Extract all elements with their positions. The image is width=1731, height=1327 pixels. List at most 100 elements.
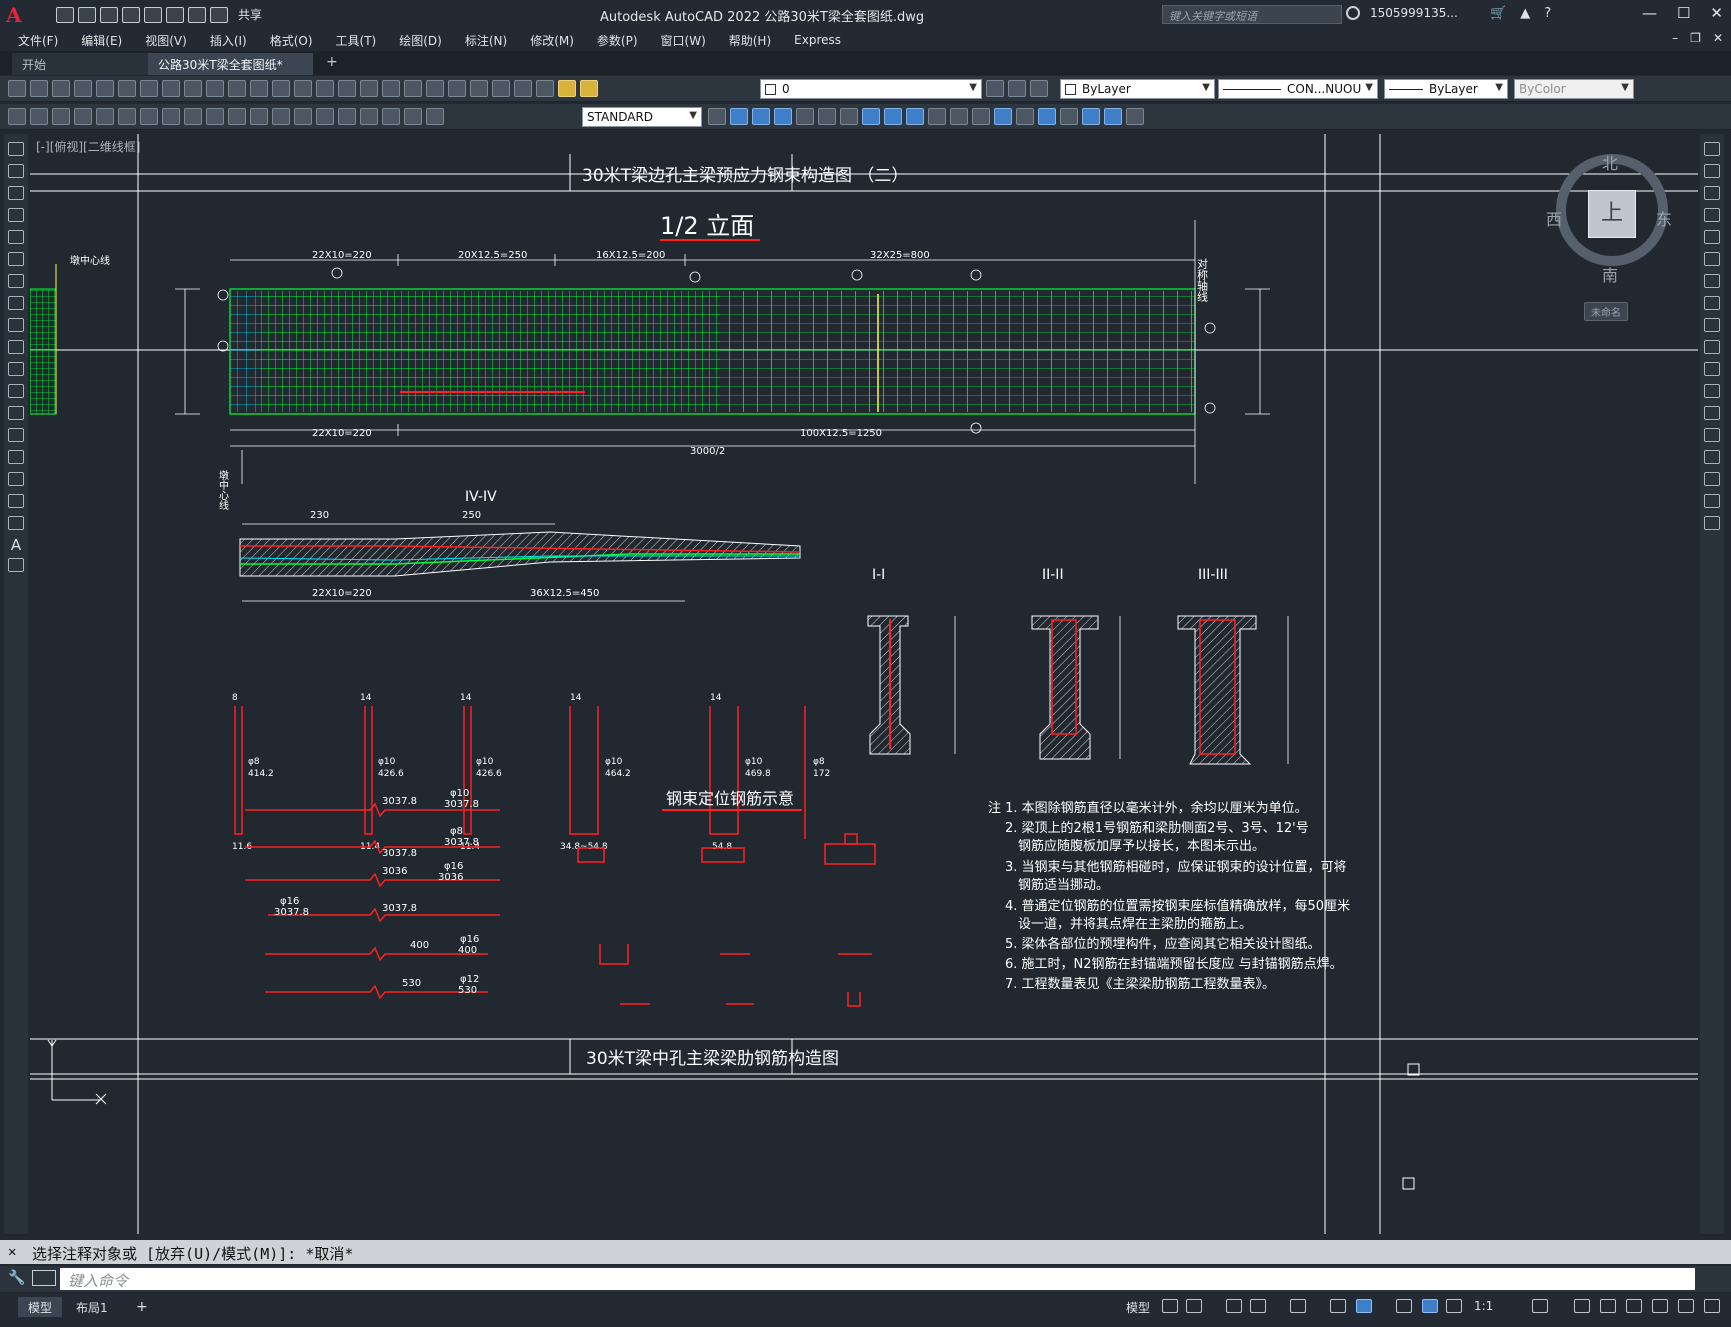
table-insert-icon[interactable] xyxy=(1082,108,1100,125)
ungroup-icon[interactable] xyxy=(884,108,902,125)
dim-space-icon[interactable] xyxy=(250,108,268,125)
break-point-icon[interactable] xyxy=(1704,384,1720,398)
menu-window[interactable]: 窗口(W) xyxy=(661,32,706,49)
dataextract-icon[interactable] xyxy=(1104,108,1122,125)
chamfer-icon[interactable] xyxy=(1704,450,1720,464)
redo-icon[interactable] xyxy=(210,6,228,23)
isolate-icon[interactable] xyxy=(796,108,814,125)
isolate-objects-icon[interactable] xyxy=(1652,1299,1668,1313)
ellipse-icon[interactable] xyxy=(8,340,24,354)
polyline-icon[interactable] xyxy=(8,186,24,200)
new-tab-button[interactable]: + xyxy=(320,53,344,75)
doc-close-icon[interactable]: ✕ xyxy=(1713,31,1723,45)
autocad-logo-icon[interactable]: A xyxy=(6,4,28,26)
tb-help-icon[interactable] xyxy=(514,80,532,97)
menu-help[interactable]: 帮助(H) xyxy=(729,32,771,49)
autodesk-icon[interactable]: ▲ xyxy=(1520,6,1530,21)
tab-layout1[interactable]: 布局1 xyxy=(66,1297,118,1317)
model-space-label[interactable]: 模型 xyxy=(1126,1299,1150,1316)
dim-baseline-icon[interactable] xyxy=(206,108,224,125)
add-layout-button[interactable]: + xyxy=(126,1297,158,1317)
menu-file[interactable]: 文件(F) xyxy=(18,32,58,49)
draworder-above-icon[interactable] xyxy=(774,108,792,125)
recent-commands-icon[interactable] xyxy=(32,1270,56,1286)
tab-drawing[interactable]: 公路30米T梁全套图纸* xyxy=(148,53,313,75)
fullscreen-icon[interactable] xyxy=(1678,1299,1694,1313)
tb-match-icon[interactable] xyxy=(228,80,246,97)
blend-icon[interactable] xyxy=(1704,494,1720,508)
close-icon[interactable]: ✕ xyxy=(1710,4,1723,22)
tb-print-icon[interactable] xyxy=(74,80,92,97)
region-icon[interactable] xyxy=(8,494,24,508)
osnap-icon[interactable] xyxy=(1356,1299,1372,1313)
undo-icon[interactable] xyxy=(188,6,206,23)
menu-parametric[interactable]: 参数(P) xyxy=(597,32,638,49)
tb-open-icon[interactable] xyxy=(30,80,48,97)
menu-insert[interactable]: 插入(I) xyxy=(210,32,247,49)
arc-icon[interactable] xyxy=(8,252,24,266)
tb-copy-icon[interactable] xyxy=(184,80,202,97)
tb-cut-icon[interactable] xyxy=(162,80,180,97)
annotation-scale[interactable]: 1:1 xyxy=(1474,1299,1493,1313)
tb-layer-freeze-icon[interactable] xyxy=(580,80,598,97)
dim-style-icon[interactable] xyxy=(708,108,726,125)
break-icon[interactable] xyxy=(1704,406,1720,420)
stretch-icon[interactable] xyxy=(1704,318,1720,332)
dim-aligned-icon[interactable] xyxy=(30,108,48,125)
ellipse-arc-icon[interactable] xyxy=(8,362,24,376)
layer-states-icon[interactable] xyxy=(1030,80,1048,97)
measure-icon[interactable] xyxy=(1126,108,1144,125)
tb-layer-on-icon[interactable] xyxy=(558,80,576,97)
close-cmd-icon[interactable]: ✕ xyxy=(8,1244,16,1260)
polar-icon[interactable] xyxy=(1250,1299,1266,1313)
compass-north[interactable]: 北 xyxy=(1602,150,1618,174)
insert-icon[interactable] xyxy=(950,108,968,125)
mtext-icon[interactable]: A xyxy=(8,536,24,554)
dim-break-icon[interactable] xyxy=(272,108,290,125)
viewcube-top-face[interactable]: 上 xyxy=(1588,190,1636,238)
dim-quick-icon[interactable] xyxy=(184,108,202,125)
revcloud-icon[interactable] xyxy=(8,296,24,310)
otrack-icon[interactable] xyxy=(1330,1299,1346,1313)
customize-wrench-icon[interactable]: 🔧 xyxy=(8,1270,25,1286)
tb-properties-icon[interactable] xyxy=(382,80,400,97)
autoscale-icon[interactable] xyxy=(1446,1299,1462,1313)
tb-preview-icon[interactable] xyxy=(96,80,114,97)
rotate-icon[interactable] xyxy=(1704,274,1720,288)
viewport-controls[interactable]: [-][俯视][二维线框] xyxy=(36,138,140,155)
polygon-icon[interactable] xyxy=(8,208,24,222)
search-input[interactable]: 键入关键字或短语 xyxy=(1162,5,1342,24)
menu-view[interactable]: 视图(V) xyxy=(145,32,187,49)
tb-layer-props-icon[interactable] xyxy=(536,80,554,97)
linetype-combo[interactable]: CON...NUOU ▼ xyxy=(1218,79,1378,99)
dim-arc-icon[interactable] xyxy=(52,108,70,125)
unisolate-icon[interactable] xyxy=(840,108,858,125)
menu-edit[interactable]: 编辑(E) xyxy=(81,32,122,49)
save-icon[interactable] xyxy=(100,6,118,23)
textstyle-combo[interactable]: STANDARD ▼ xyxy=(582,107,702,127)
point-icon[interactable] xyxy=(8,428,24,442)
dim-edit-icon[interactable] xyxy=(382,108,400,125)
color-combo[interactable]: ByLayer ▼ xyxy=(1060,79,1215,99)
circle-icon[interactable] xyxy=(8,274,24,288)
menu-dimension[interactable]: 标注(N) xyxy=(465,32,507,49)
table-icon[interactable] xyxy=(8,516,24,530)
menu-modify[interactable]: 修改(M) xyxy=(530,32,574,49)
make-block-icon[interactable] xyxy=(8,406,24,420)
tolerance-icon[interactable] xyxy=(294,108,312,125)
tb-markup-icon[interactable] xyxy=(470,80,488,97)
rectangle-icon[interactable] xyxy=(8,230,24,244)
move-icon[interactable] xyxy=(1704,252,1720,266)
share-button[interactable]: 共享 xyxy=(238,6,262,23)
ortho-icon[interactable] xyxy=(1226,1299,1242,1313)
tb-zoom-prev-icon[interactable] xyxy=(360,80,378,97)
line-icon[interactable] xyxy=(8,142,24,156)
image-icon[interactable] xyxy=(1016,108,1034,125)
spline-icon[interactable] xyxy=(8,318,24,332)
units-icon[interactable] xyxy=(1600,1299,1616,1313)
group-edit-icon[interactable] xyxy=(906,108,924,125)
lineweight-combo[interactable]: ByLayer ▼ xyxy=(1384,79,1508,99)
field-icon[interactable] xyxy=(1060,108,1078,125)
ucs-menu[interactable]: 未命名 xyxy=(1584,302,1628,321)
print-icon[interactable] xyxy=(166,6,184,23)
